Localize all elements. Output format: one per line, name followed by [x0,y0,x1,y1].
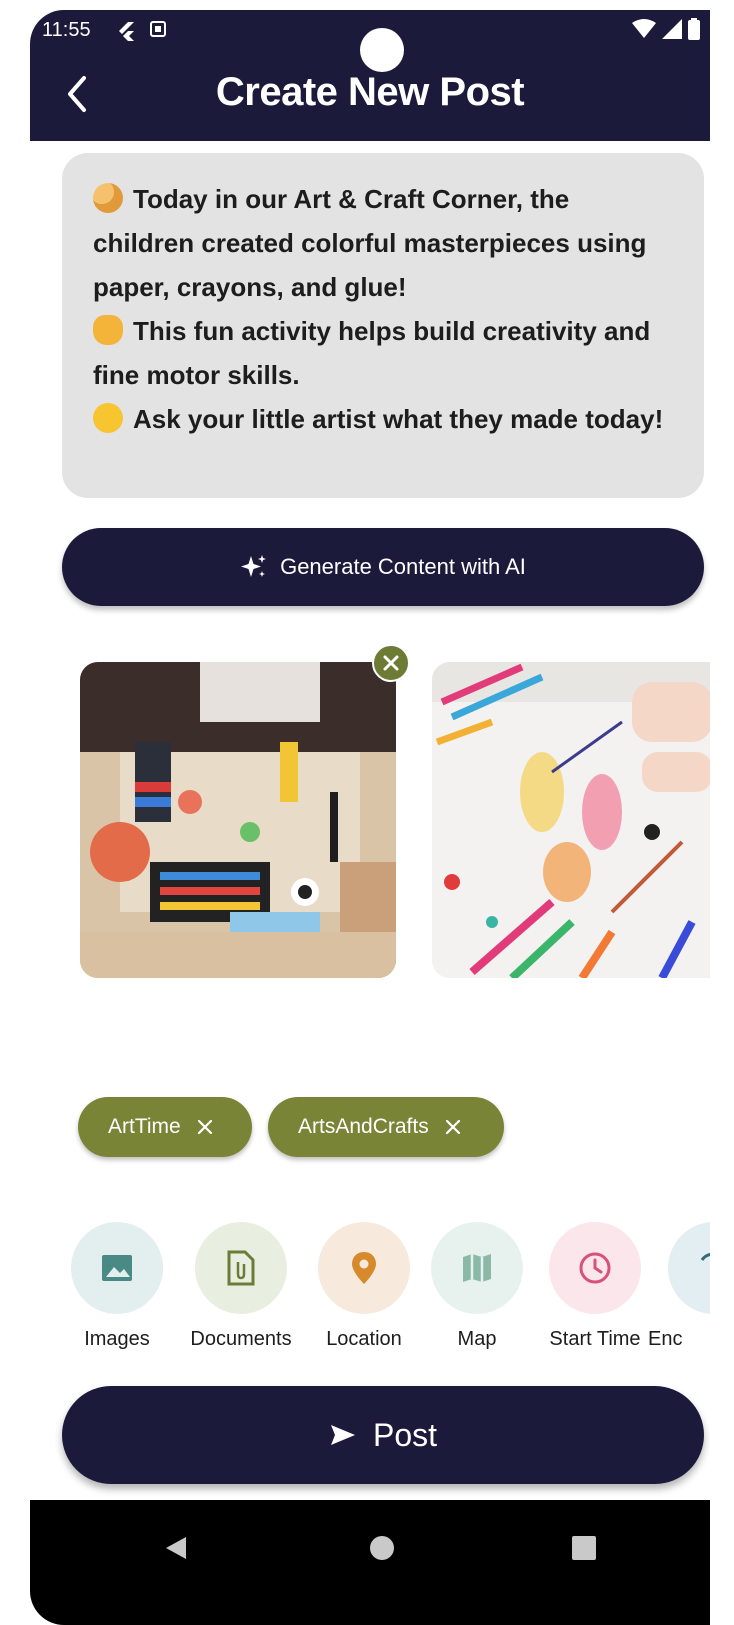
post-text-field[interactable]: Today in our Art & Craft Corner, the chi… [62,153,704,498]
flutter-icon [116,20,138,47]
system-nav-bar [30,1500,710,1625]
raised-hand-icon [93,315,123,345]
generate-ai-label: Generate Content with AI [280,554,526,579]
remove-tag-icon[interactable] [197,1119,213,1135]
yellow-heart-icon [93,403,123,433]
nav-back-icon[interactable] [164,1535,188,1561]
attach-start-time-circle [549,1222,641,1314]
tag-label: ArtTime [108,1115,181,1138]
tag-label: ArtsAndCrafts [298,1115,429,1138]
map-icon [463,1254,491,1282]
sparkle-icon [241,555,267,577]
clock-icon [579,1252,611,1284]
remove-tag-icon[interactable] [445,1119,461,1135]
battery-icon [688,18,700,40]
notification-icon [150,21,166,37]
post-button-label: Post [372,1416,438,1453]
nav-home-icon[interactable] [370,1536,394,1560]
attach-start-time-label: Start Time [549,1328,641,1350]
page-title: Create New Post [215,70,525,114]
send-icon [330,1425,355,1445]
generate-ai-button[interactable]: Generate Content with AI [62,528,704,606]
attach-documents-circle [195,1222,287,1314]
post-button[interactable]: Post [62,1386,704,1484]
attach-end-time-label: Enc [648,1328,683,1350]
camera-cutout [360,28,404,72]
close-icon [383,655,399,671]
children-drawing-photo[interactable] [432,662,710,978]
attach-end-time-button[interactable]: Enc [638,1222,710,1351]
image-icon [102,1255,132,1281]
attach-map-label: Map [457,1328,497,1350]
post-text-line-3: Ask your little artist what they made to… [93,397,674,441]
status-time: 11:55 [42,19,91,41]
remove-photo-button[interactable] [372,644,410,682]
status-icons [632,18,700,40]
attach-end-time-circle [668,1222,710,1314]
app-header: 11:55 Create New Post [30,10,710,141]
nav-recents-icon[interactable] [572,1536,596,1560]
craft-table-photo[interactable] [80,662,396,978]
phone-screen: 11:55 Create New Post Today in our Art &… [30,10,710,1625]
attach-location-label: Location [326,1328,402,1350]
attach-documents-label: Documents [190,1328,292,1350]
post-text-line-1: Today in our Art & Craft Corner, the chi… [93,183,647,302]
location-pin-icon [352,1252,376,1284]
palette-icon [93,183,123,213]
document-icon [227,1250,255,1286]
post-text-line-2: This fun activity helps build creativity… [93,315,651,390]
attach-images-circle [71,1222,163,1314]
signal-icon [662,19,682,39]
tag-chip: ArtTime [78,1097,252,1157]
attach-images-label: Images [84,1328,150,1350]
attach-map-circle [431,1222,523,1314]
attach-location-circle [318,1222,410,1314]
wifi-icon [632,19,656,38]
end-time-icon [700,1252,710,1261]
tag-chip: ArtsAndCrafts [268,1097,504,1157]
